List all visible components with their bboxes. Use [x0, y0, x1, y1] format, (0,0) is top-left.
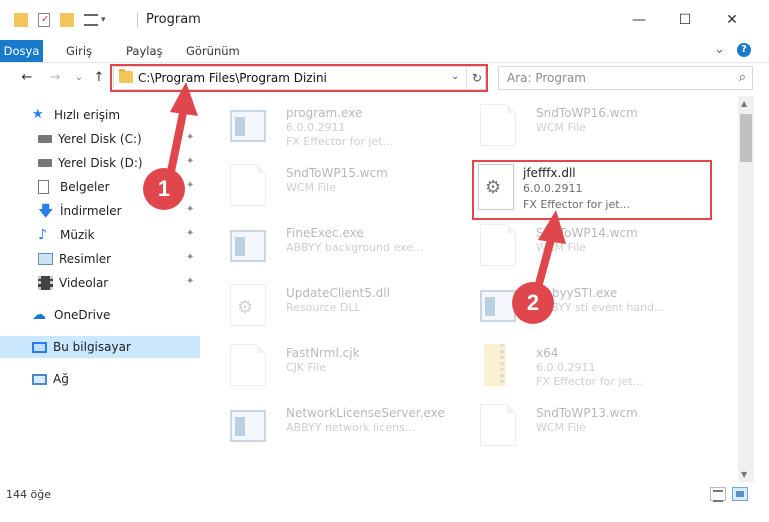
status-bar: 144 öğe	[0, 482, 769, 522]
scroll-up-icon[interactable]: ▲	[741, 99, 747, 108]
annotation-arrows	[164, 82, 566, 306]
large-icons-view-icon	[736, 491, 744, 497]
scrollbar-thumb[interactable]	[740, 114, 752, 162]
item-count: 144 öğe	[6, 488, 51, 501]
annotation-badge-1: 1	[143, 168, 185, 210]
vertical-scrollbar[interactable]: ▲ ▼	[738, 96, 754, 482]
details-view-button[interactable]	[710, 487, 726, 502]
large-icons-view-button[interactable]	[732, 487, 748, 501]
scroll-down-icon[interactable]: ▼	[741, 470, 747, 479]
annotation-badge-2: 2	[512, 282, 554, 324]
details-view-icon	[713, 490, 723, 502]
